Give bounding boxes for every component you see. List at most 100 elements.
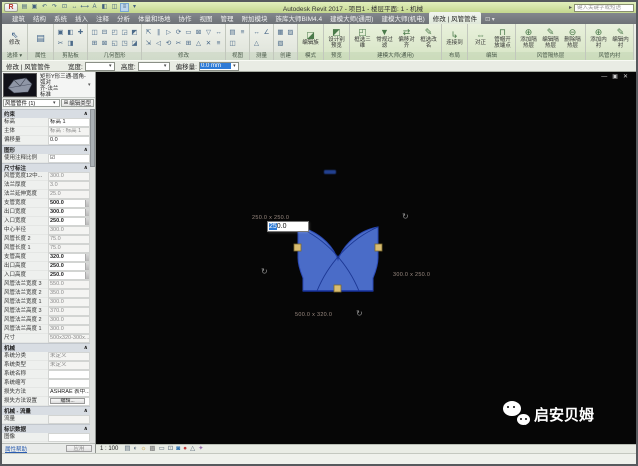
create-tool-icon-1[interactable]: ▧	[276, 39, 285, 49]
edit-settings-button[interactable]: 编辑...	[50, 398, 86, 404]
customize-qat-icon[interactable]: ▾	[130, 3, 139, 12]
dimension-edit-box[interactable]: 250.0	[267, 221, 309, 232]
modify-tool-icon-8[interactable]: ▭	[184, 28, 193, 38]
ribbon-tab-8[interactable]: 视图	[196, 12, 217, 24]
property-value[interactable]: 350.0	[48, 289, 90, 298]
modify-tool-icon-1[interactable]: ⇲	[144, 39, 153, 49]
property-group-33[interactable]: 机械 - 流量 ∧	[2, 406, 90, 415]
ribbon-tab-10[interactable]: 附加模块	[238, 12, 272, 24]
design-preview-button[interactable]: ◩ 设计别预览	[326, 27, 347, 49]
geometry-tool-icon-6[interactable]: ◲	[120, 28, 129, 38]
property-value[interactable]: 300.0	[48, 325, 90, 334]
offset-combo[interactable]: 0.0 mm ▾	[198, 61, 239, 71]
analytical-model-icon[interactable]: △	[190, 445, 195, 453]
modify-tab-overflow-icon[interactable]: ⊡ ▾	[481, 15, 499, 24]
edit-insulation-button[interactable]: ✎ 编辑隔热层	[540, 27, 561, 49]
view-tool-icon-0[interactable]: ▤	[228, 28, 237, 38]
minimize-view-icon[interactable]: —	[601, 74, 607, 81]
print-icon[interactable]: ⊡	[60, 3, 69, 12]
connect-into-button[interactable]: ↳ 连接到	[444, 30, 465, 46]
modify-tool-icon-13[interactable]: ✕	[204, 39, 213, 49]
ribbon-tab-active[interactable]: 修改 | 风管管件	[428, 12, 482, 24]
property-value[interactable]	[48, 370, 90, 379]
connector-size-label-2[interactable]: 500.0 x 320.0	[295, 312, 332, 318]
box-rename-button[interactable]: ✎ 框选改名	[418, 27, 439, 49]
geometry-tool-icon-2[interactable]: ⊟	[100, 28, 109, 38]
app-menu-button[interactable]: R	[4, 3, 18, 12]
connector-size-label-1[interactable]: 300.0 x 250.0	[393, 272, 430, 278]
geometry-tool-icon-8[interactable]: ◩	[130, 28, 139, 38]
property-value[interactable]: 3.0	[48, 181, 90, 190]
property-value[interactable]: 75.0	[48, 244, 90, 253]
add-insulation-button[interactable]: ⊕ 添加隔热层	[518, 27, 539, 49]
clipboard-tool-icon-0[interactable]: ▣	[56, 28, 65, 38]
property-value[interactable]: 250.0	[48, 262, 90, 271]
section-icon[interactable]: ◫	[110, 3, 119, 12]
property-value[interactable]: 25.0	[48, 190, 90, 199]
crop-visibility-icon[interactable]: ⊡	[168, 445, 173, 453]
clipboard-tool-icon-1[interactable]: ✂	[56, 39, 65, 49]
offset-align-button[interactable]: ⇄ 偏移对齐	[396, 27, 417, 49]
undo-icon[interactable]: ↶	[40, 3, 49, 12]
redo-icon[interactable]: ↷	[50, 3, 59, 12]
property-value[interactable]: ☑	[48, 154, 90, 163]
box-select-3d-button[interactable]: ◰ 框选三维	[352, 27, 373, 49]
drag-handle[interactable]	[333, 284, 342, 293]
property-value[interactable]: 500.0	[48, 199, 90, 208]
add-lining-button[interactable]: ⊕ 添加内衬	[588, 27, 609, 49]
property-value[interactable]: 250.0	[48, 217, 90, 226]
reveal-hidden-icon[interactable]: ●	[183, 445, 187, 453]
property-value[interactable]: 300.0	[48, 172, 90, 181]
detail-level-icon[interactable]: ▤	[124, 445, 130, 453]
modify-tool-icon-2[interactable]: ∥	[154, 28, 163, 38]
constraints-icon[interactable]: ✦	[198, 445, 203, 453]
drag-handle[interactable]	[374, 243, 383, 252]
modify-tool-icon-6[interactable]: ⟳	[174, 28, 183, 38]
property-value[interactable]: 300.0	[48, 208, 90, 217]
geometry-tool-icon-0[interactable]: ◫	[90, 28, 99, 38]
modify-tool-icon-0[interactable]: ⇱	[144, 28, 153, 38]
properties-help-link[interactable]: 属性帮助	[5, 445, 27, 453]
property-value[interactable]: 300.0	[48, 226, 90, 235]
edit-family-button[interactable]: ◪ 编辑族	[300, 30, 321, 46]
width-combo[interactable]: ▾	[84, 61, 115, 71]
property-value[interactable]	[48, 415, 90, 424]
text-icon[interactable]: A	[90, 3, 99, 12]
property-value[interactable]: 320.0	[48, 253, 90, 262]
geometry-tool-icon-5[interactable]: ◱	[110, 39, 119, 49]
view-tool-icon-1[interactable]: ◫	[228, 39, 237, 49]
ribbon-tab-13[interactable]: 建模大师(机电)	[377, 12, 428, 24]
rotate-control-icon-0[interactable]: ↻	[402, 213, 409, 221]
modify-tool-icon-5[interactable]: ⟲	[164, 39, 173, 49]
duct-fitting-shape[interactable]	[297, 226, 379, 292]
cap-open-ends-button[interactable]: ⊓ 管帽开放端点	[492, 27, 513, 49]
property-value[interactable]: 标高 1	[48, 118, 90, 127]
modify-tool-button[interactable]: ⇖ 修改	[4, 30, 25, 46]
edit-type-button[interactable]: ⊞ 编辑类型	[61, 99, 94, 107]
ribbon-tab-4[interactable]: 注释	[92, 12, 113, 24]
general-filter-button[interactable]: ▼ 常规过滤	[374, 27, 395, 49]
modify-tool-icon-7[interactable]: ✂	[174, 39, 183, 49]
rotate-control-icon-2[interactable]: ↻	[356, 310, 363, 318]
create-tool-icon-2[interactable]: ▨	[286, 28, 295, 38]
connector-size-label-0[interactable]: 250.0 x 250.0	[252, 215, 289, 221]
modify-tool-icon-14[interactable]: ↔	[214, 28, 223, 38]
property-value[interactable]: 0.0	[48, 136, 90, 145]
search-caret-icon[interactable]: ▸	[569, 4, 572, 11]
property-group-26[interactable]: 机械 ∧	[2, 343, 90, 352]
edit-lining-button[interactable]: ✎ 编辑内衬	[610, 27, 631, 49]
modify-tool-icon-9[interactable]: ⊞	[184, 39, 193, 49]
thin-lines-icon[interactable]: ≡	[120, 3, 129, 12]
apply-button[interactable]: 应用	[66, 445, 92, 452]
view-tool-icon-2[interactable]: ≡	[238, 28, 247, 38]
modify-tool-icon-11[interactable]: △	[194, 39, 203, 49]
visual-style-icon[interactable]: ◐	[134, 445, 138, 453]
measure-icon[interactable]: ↔	[70, 3, 79, 12]
ribbon-tab-6[interactable]: 体量和场地	[134, 12, 175, 24]
measure-tool-icon-1[interactable]: △	[252, 39, 261, 49]
height-combo[interactable]: ▾	[137, 61, 170, 71]
property-value[interactable]: ASHRAE 表中...	[48, 388, 90, 397]
property-value[interactable]: 标高 : 标高 1	[48, 127, 90, 136]
remove-insulation-button[interactable]: ⊖ 删除隔热层	[562, 27, 583, 49]
property-group-6[interactable]: 尺寸标注 ∧	[2, 163, 90, 172]
